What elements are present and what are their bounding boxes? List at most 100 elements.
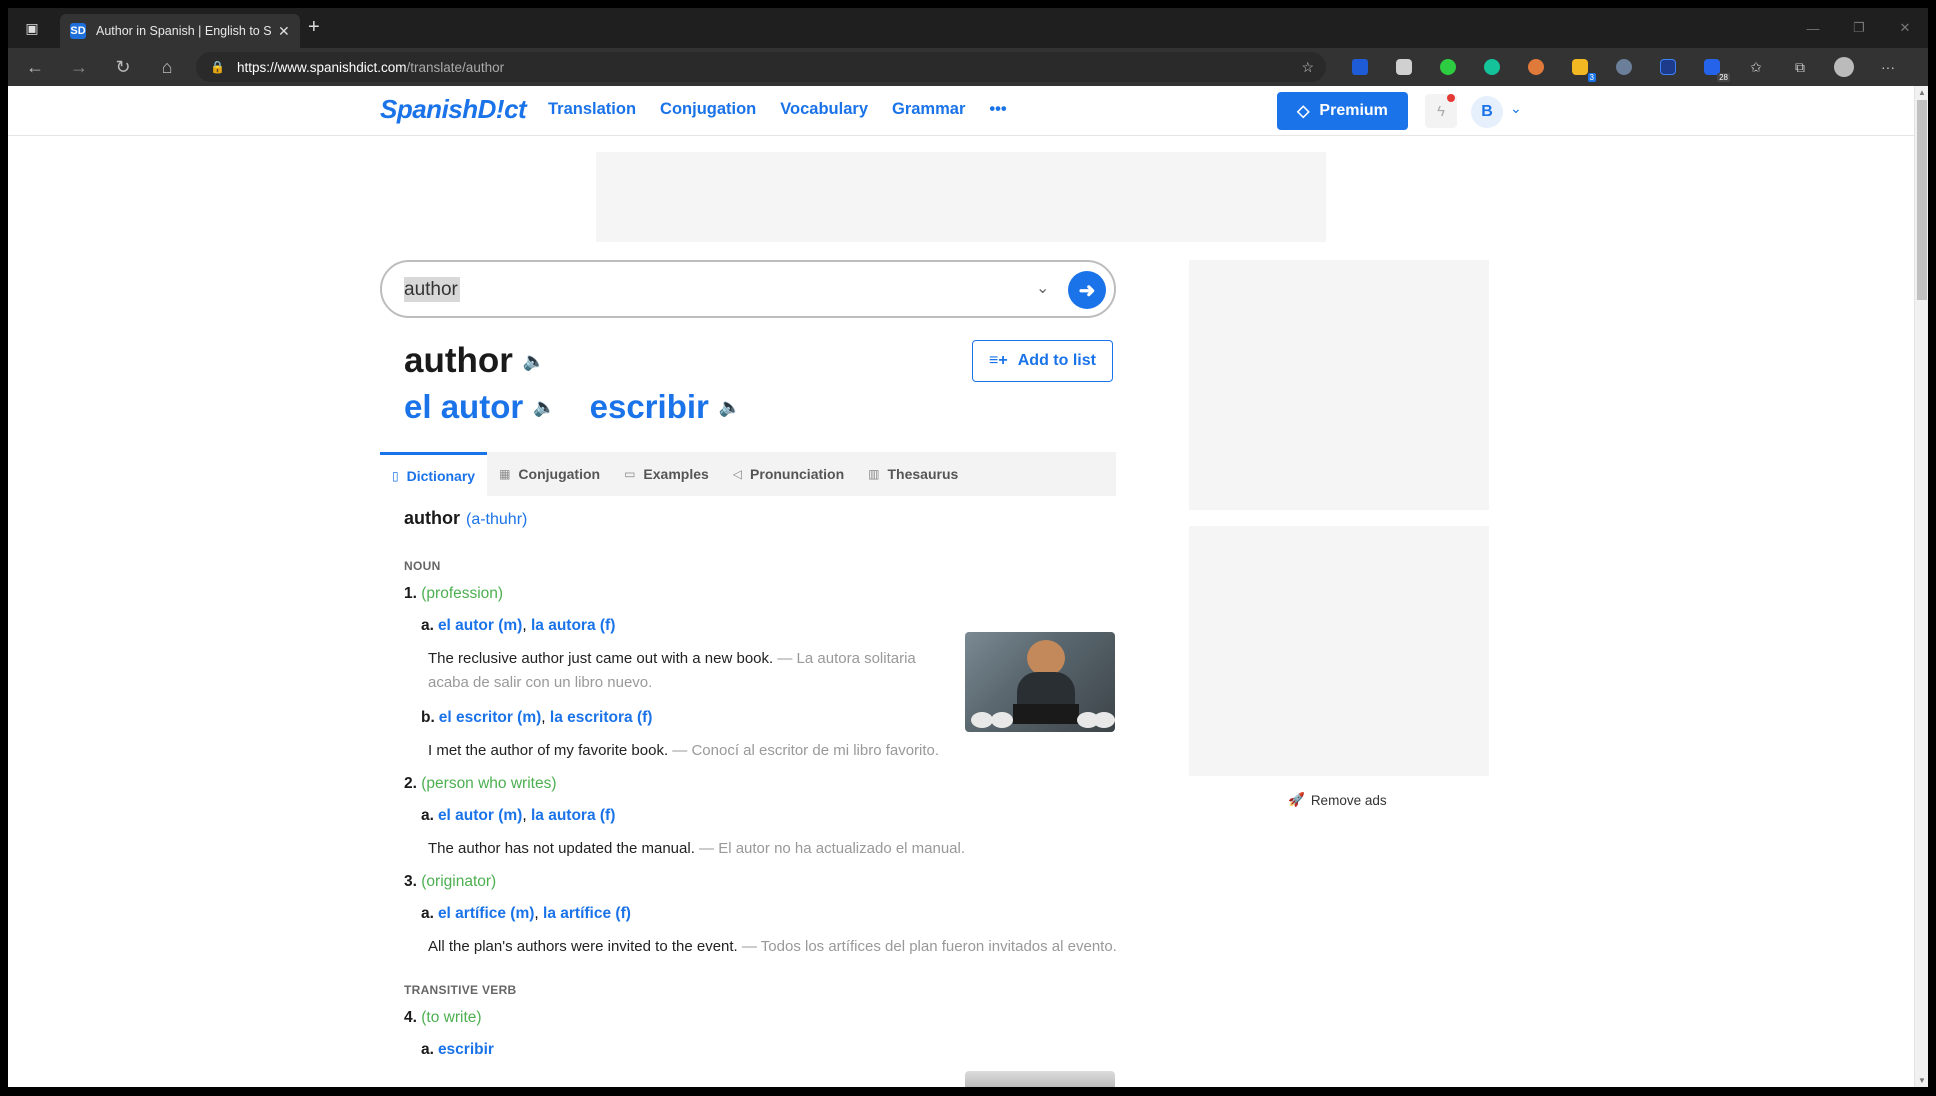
sub-label: a.: [421, 1041, 434, 1058]
translation-item: escribir 🔈: [590, 388, 742, 426]
nav-grammar[interactable]: Grammar: [892, 100, 965, 119]
translation-link[interactable]: la autora (f): [531, 617, 615, 634]
sense-context: (profession): [421, 585, 504, 602]
open-book-icon: ▥: [868, 467, 880, 481]
main-nav: Translation Conjugation Vocabulary Gramm…: [548, 100, 1007, 119]
scroll-thumb[interactable]: [1917, 100, 1927, 300]
translation-item: el autor 🔈: [404, 388, 556, 426]
translation-link[interactable]: la autora (f): [531, 807, 615, 824]
add-to-list-label: Add to list: [1017, 352, 1096, 369]
sense: 1. (profession): [404, 585, 1124, 603]
address-bar[interactable]: 🔒 https://www.spanishdict.com /translate…: [196, 52, 1326, 82]
video-extension-icon[interactable]: [1382, 56, 1426, 78]
moon-extension-icon[interactable]: [1602, 56, 1646, 78]
chevron-down-icon[interactable]: ⌄: [1036, 278, 1049, 298]
nav-vocabulary[interactable]: Vocabulary: [780, 100, 868, 119]
favorite-star-icon[interactable]: ☆: [1301, 59, 1314, 76]
example-es: El autor no ha actualizado el manual.: [718, 840, 966, 857]
sub-label: b.: [421, 709, 435, 726]
translation-text[interactable]: el autor: [404, 388, 523, 426]
close-window-icon[interactable]: ✕: [1882, 8, 1928, 48]
tab-label: Thesaurus: [887, 466, 959, 482]
green-extension-icon[interactable]: [1426, 56, 1470, 78]
sense: 3. (originator): [404, 873, 1124, 891]
refresh-icon[interactable]: ↻: [112, 56, 134, 78]
headword: author 🔈: [404, 341, 545, 381]
forward-icon[interactable]: →: [68, 56, 90, 78]
profile-icon[interactable]: [1822, 56, 1866, 78]
tab-pronunciation[interactable]: ◁ Pronunciation: [721, 452, 856, 496]
remove-ads-label: Remove ads: [1310, 792, 1387, 808]
nav-more-icon[interactable]: •••: [989, 100, 1006, 119]
add-to-list-button[interactable]: ≡+ Add to list: [972, 340, 1113, 382]
page-scrollbar[interactable]: ▲ ▼: [1914, 86, 1928, 1088]
premium-button[interactable]: ◇ Premium: [1277, 92, 1408, 130]
browser-tab[interactable]: SD Author in Spanish | English to Spanis…: [60, 14, 300, 48]
tab-label: Dictionary: [406, 467, 476, 484]
nav-conjugation[interactable]: Conjugation: [660, 100, 756, 119]
tab-examples[interactable]: ▭ Examples: [612, 452, 721, 496]
web-page: SpanishD!ct Translation Conjugation Voca…: [8, 86, 1914, 1088]
shield-extension-icon[interactable]: [1338, 56, 1382, 78]
search-submit-button[interactable]: ➜: [1068, 271, 1106, 309]
translate-extension-icon[interactable]: [1646, 56, 1690, 78]
favorites-icon[interactable]: ✩: [1734, 56, 1778, 78]
speaker-icon[interactable]: 🔈: [533, 397, 555, 418]
translation-link[interactable]: la artífice (f): [543, 905, 631, 922]
nav-translation[interactable]: Translation: [548, 100, 636, 119]
home-icon[interactable]: ⌂: [156, 56, 178, 78]
window-bottom-edge: [8, 1087, 1928, 1088]
collections-icon[interactable]: ⧉: [1778, 56, 1822, 78]
new-tab-icon[interactable]: +: [308, 16, 320, 39]
extensions-bar: 3 28 ✩ ⧉ ···: [1338, 56, 1910, 82]
translation-link[interactable]: el escritor (m): [439, 709, 542, 726]
sense-number: 2.: [404, 775, 417, 792]
translation-link[interactable]: el artífice (m): [438, 905, 534, 922]
site-header: SpanishD!ct Translation Conjugation Voca…: [8, 86, 1914, 136]
folder-extension-icon[interactable]: 3: [1558, 56, 1602, 82]
tab-dictionary[interactable]: ▯ Dictionary: [380, 452, 488, 496]
search-box: ⌄ ➜: [380, 260, 1116, 318]
translation-link[interactable]: escribir: [438, 1041, 494, 1058]
search-input[interactable]: [404, 276, 1004, 304]
speaker-icon[interactable]: 🔈: [719, 397, 741, 418]
tab-label: Examples: [643, 466, 709, 482]
remove-ads-link[interactable]: 🚀 Remove ads: [1288, 792, 1387, 808]
grammarly-icon[interactable]: [1470, 56, 1514, 78]
speaker-icon[interactable]: 🔈: [523, 351, 545, 372]
tab-actions-icon[interactable]: ▣: [22, 18, 42, 38]
tab-label: Pronunciation: [750, 466, 845, 482]
writing-illustration: [965, 1071, 1115, 1088]
restore-icon[interactable]: ❐: [1836, 8, 1882, 48]
part-of-speech: NOUN: [404, 559, 441, 573]
scroll-down-icon[interactable]: ▼: [1915, 1074, 1928, 1088]
calendar-extension-icon[interactable]: 28: [1690, 56, 1734, 82]
example-sentence: All the plan's authors were invited to t…: [428, 938, 1117, 955]
minimize-icon[interactable]: —: [1790, 8, 1836, 48]
tab-thesaurus[interactable]: ▥ Thesaurus: [856, 452, 970, 496]
translation-link[interactable]: el autor (m): [438, 617, 522, 634]
site-logo[interactable]: SpanishD!ct: [380, 94, 527, 125]
translation-text[interactable]: escribir: [590, 388, 709, 426]
tab-title: Author in Spanish | English to Spanish T…: [96, 24, 272, 38]
lightning-icon[interactable]: ϟ: [1425, 94, 1457, 128]
more-menu-icon[interactable]: ···: [1866, 56, 1910, 78]
chevron-down-icon[interactable]: ⌄: [1510, 100, 1522, 117]
tab-conjugation[interactable]: ▦ Conjugation: [487, 452, 612, 496]
browser-toolbar: ← → ↻ ⌂ 🔒 https://www.spanishdict.com /t…: [8, 48, 1928, 86]
avatar[interactable]: B: [1471, 96, 1503, 128]
sub-label: a.: [421, 807, 434, 824]
url-host: https://www.spanishdict.com: [236, 59, 407, 75]
back-icon[interactable]: ←: [24, 56, 46, 78]
example-es: Conocí al escritor de mi libro favorito.: [691, 742, 940, 759]
list-add-icon: ≡+: [989, 352, 1008, 369]
ad-banner: [596, 152, 1326, 242]
pronunciation[interactable]: (a-thuhr): [466, 511, 527, 528]
close-tab-icon[interactable]: ✕: [278, 23, 290, 40]
ext-badge: 3: [1587, 73, 1596, 82]
translation-link[interactable]: el autor (m): [438, 807, 522, 824]
scroll-up-icon[interactable]: ▲: [1915, 86, 1928, 100]
glasses-extension-icon[interactable]: [1514, 56, 1558, 78]
example-en: All the plan's authors were invited to t…: [428, 938, 738, 955]
translation-link[interactable]: la escritora (f): [550, 709, 653, 726]
